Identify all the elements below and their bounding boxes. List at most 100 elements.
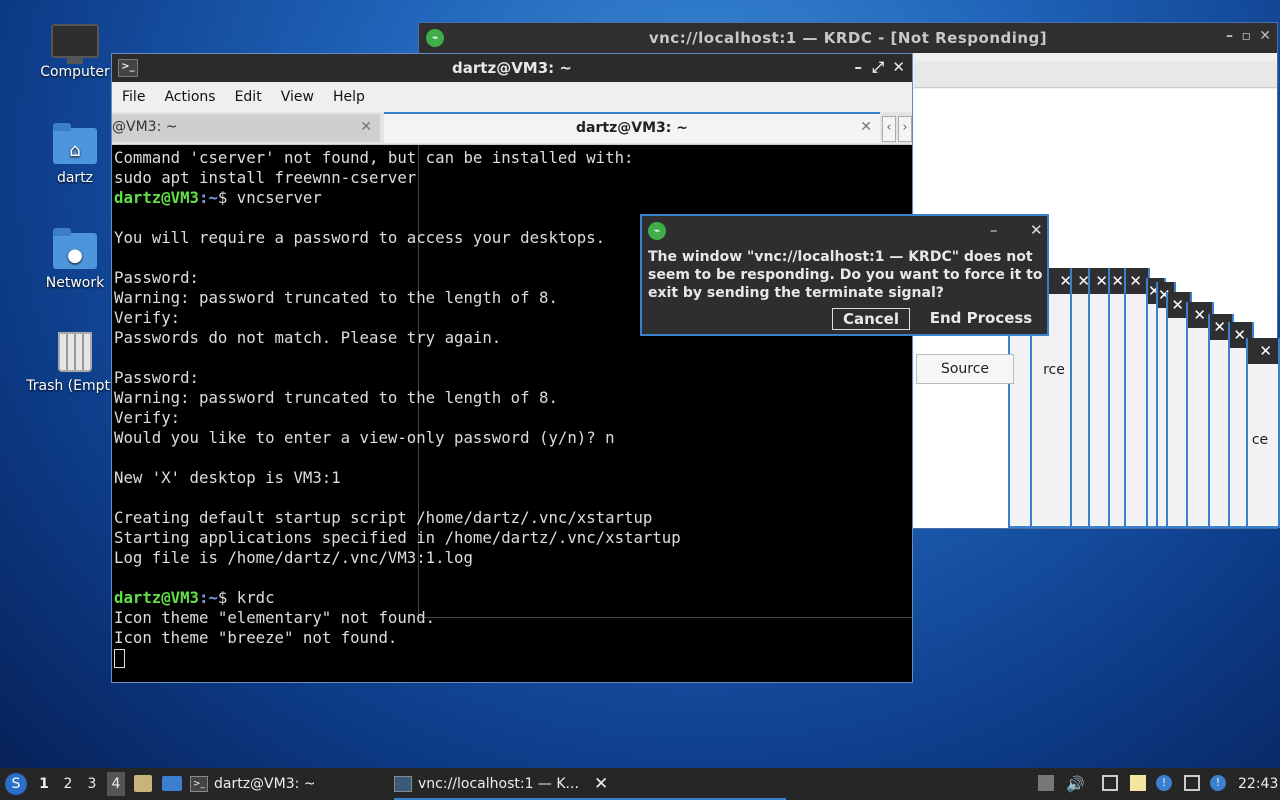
task-label: vnc://localhost:1 — K... xyxy=(418,776,579,792)
menu-edit[interactable]: Edit xyxy=(225,82,271,105)
file-manager-icon[interactable] xyxy=(134,775,152,792)
prompt-path: :~ xyxy=(199,188,218,207)
terminal-line: Icon theme "elementary" not found. xyxy=(114,608,436,627)
prompt-command: $ vncserver xyxy=(217,188,322,207)
taskbar-task-krdc[interactable]: vnc://localhost:1 — K... ✕ xyxy=(394,768,786,800)
terminal-line: Would you like to enter a view-only pass… xyxy=(114,428,615,447)
end-process-button[interactable]: End Process xyxy=(924,308,1038,328)
tab-bar: @VM3: ~ ✕ dartz@VM3: ~ ✕ ‹ › xyxy=(112,112,912,145)
workspace-4[interactable]: 4 xyxy=(107,772,125,796)
terminal-line: Warning: password truncated to the lengt… xyxy=(114,388,558,407)
cancel-button[interactable]: Cancel xyxy=(832,308,910,330)
terminal-prompt-line: dartz@VM3:~$ vncserver xyxy=(114,188,910,208)
source-button-partial[interactable]: ce xyxy=(1244,428,1276,452)
terminal-line: Starting applications specified in /home… xyxy=(114,528,681,547)
menu-actions[interactable]: Actions xyxy=(154,82,224,105)
menu-file[interactable]: File xyxy=(112,82,154,105)
close-icon[interactable]: ✕ xyxy=(1248,338,1278,364)
ghost-window-edge xyxy=(418,617,912,618)
desktop-icon-label: Trash (Empty) xyxy=(26,378,124,394)
terminal-line: Command 'cserver' not found, but can be … xyxy=(114,148,634,167)
network-folder-icon: ● xyxy=(53,228,97,269)
start-menu-icon[interactable]: S xyxy=(5,773,27,795)
network-icon[interactable] xyxy=(1102,775,1118,791)
terminal-prompt-line: dartz@VM3:~$ krdc xyxy=(114,588,910,608)
close-icon[interactable]: ✕ xyxy=(1126,268,1148,294)
volume-icon[interactable]: 🔊 xyxy=(1066,775,1085,793)
close-icon[interactable]: ✕ xyxy=(594,774,608,794)
close-button[interactable]: ✕ xyxy=(1030,221,1043,239)
workspace-3[interactable]: 3 xyxy=(83,776,101,792)
tab-2[interactable]: dartz@VM3: ~ ✕ xyxy=(384,112,880,143)
clock[interactable]: 22:43 xyxy=(1238,776,1278,792)
tab-label: @VM3: ~ xyxy=(112,119,178,135)
krdc-icon xyxy=(394,776,412,792)
workspace-1[interactable]: 1 xyxy=(35,776,53,792)
notification-icon[interactable]: ! xyxy=(1156,775,1172,791)
desktop-icon-home[interactable]: ⌂ dartz xyxy=(25,123,125,186)
restore-button[interactable]: ▫ xyxy=(1242,28,1252,44)
close-button[interactable]: ✕ xyxy=(1259,28,1271,44)
prompt-command: $ krdc xyxy=(217,588,275,607)
minimize-button[interactable]: – xyxy=(855,58,863,76)
desktop-icon-label: Computer xyxy=(40,64,110,80)
clipboard-icon[interactable] xyxy=(1038,775,1054,791)
prompt-user: dartz@VM3 xyxy=(114,188,200,207)
terminal-cursor-line xyxy=(114,648,910,668)
menu-help[interactable]: Help xyxy=(323,82,374,105)
dialog-message: The window "vnc://localhost:1 — KRDC" do… xyxy=(648,249,1043,301)
krdc-app-icon: ⌁ xyxy=(648,222,666,240)
terminal-window[interactable]: >_ dartz@VM3: ~ – ⤢ ✕ File Actions Edit Vie… xyxy=(111,53,913,683)
home-folder-icon: ⌂ xyxy=(53,123,97,164)
prompt-path: :~ xyxy=(199,588,218,607)
close-button[interactable]: ✕ xyxy=(892,58,905,76)
terminal-line: Log file is /home/dartz/.vnc/VM3:1.log xyxy=(114,548,473,567)
desktop-icon-computer[interactable]: Computer xyxy=(25,18,125,80)
tab-1[interactable]: @VM3: ~ ✕ xyxy=(112,114,380,142)
minimize-button[interactable]: – xyxy=(990,221,998,239)
trash-icon xyxy=(58,332,92,372)
krdc-titlebar[interactable]: ⌁ vnc://localhost:1 — KRDC - [Not Respon… xyxy=(419,23,1277,53)
workspace-2[interactable]: 2 xyxy=(59,776,77,792)
terminal-titlebar[interactable]: >_ dartz@VM3: ~ – ⤢ ✕ xyxy=(112,54,912,82)
show-desktop-icon[interactable] xyxy=(162,776,182,791)
terminal-title: dartz@VM3: ~ xyxy=(452,59,572,77)
network-icon[interactable] xyxy=(1184,775,1200,791)
terminal-line: sudo apt install freewnn-cserver xyxy=(114,168,417,187)
notification-icon[interactable]: ! xyxy=(1210,775,1226,791)
ghost-window-edge xyxy=(418,145,419,620)
terminal-line: Icon theme "breeze" not found. xyxy=(114,628,398,647)
task-label: dartz@VM3: ~ xyxy=(214,776,316,792)
terminal-line: New 'X' desktop is VM3:1 xyxy=(114,468,341,487)
source-button-partial[interactable]: rce xyxy=(1036,356,1072,384)
krdc-title: vnc://localhost:1 — KRDC - [Not Respondi… xyxy=(648,29,1048,47)
not-responding-dialog[interactable]: ⌁ – ✕ The window "vnc://localhost:1 — KR… xyxy=(640,214,1049,336)
source-button[interactable]: Source xyxy=(916,354,1014,384)
tab-close-icon[interactable]: ✕ xyxy=(860,119,872,135)
desktop-icon-trash[interactable]: Trash (Empty) xyxy=(25,332,125,394)
desktop-icon-label: dartz xyxy=(56,170,94,186)
prompt-user: dartz@VM3 xyxy=(114,588,200,607)
tab-next-button[interactable]: › xyxy=(898,116,912,142)
taskbar-task-terminal[interactable]: >_ dartz@VM3: ~ xyxy=(190,768,390,800)
text-cursor xyxy=(114,649,125,668)
tab-label: dartz@VM3: ~ xyxy=(576,120,688,136)
computer-icon xyxy=(51,24,99,64)
terminal-icon: >_ xyxy=(190,776,208,792)
krdc-toolbar xyxy=(914,61,1277,88)
minimize-button[interactable]: – xyxy=(1226,28,1233,44)
menu-bar: File Actions Edit View Help xyxy=(112,82,912,112)
taskbar: S 1 2 3 4 >_ dartz@VM3: ~ vnc://localhost… xyxy=(0,768,1280,800)
terminal-line: Creating default startup script /home/da… xyxy=(114,508,653,527)
maximize-button[interactable]: ⤢ xyxy=(872,58,884,76)
desktop-icon-network[interactable]: ● Network xyxy=(25,228,125,291)
notes-icon[interactable] xyxy=(1130,775,1146,791)
menu-view[interactable]: View xyxy=(271,82,323,105)
desktop-icon-label: Network xyxy=(45,275,105,291)
tab-close-icon[interactable]: ✕ xyxy=(360,119,372,135)
tab-prev-button[interactable]: ‹ xyxy=(882,116,896,142)
